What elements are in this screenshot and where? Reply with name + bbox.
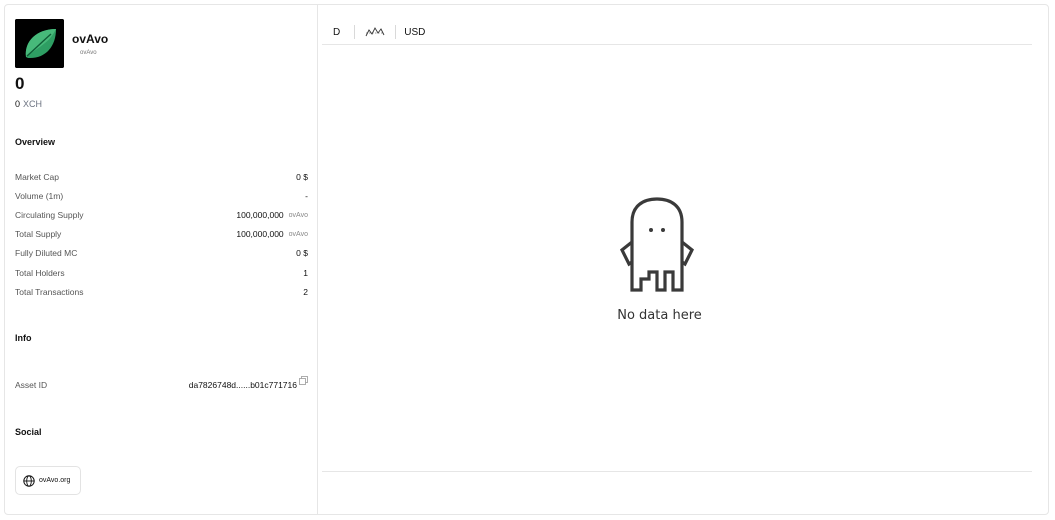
token-ticker: ovAvo bbox=[80, 50, 97, 56]
indicators-button[interactable] bbox=[355, 25, 395, 39]
stat-label: Fully Diluted MC bbox=[15, 248, 78, 258]
stat-row-total-holders: Total Holders 1 bbox=[15, 267, 308, 279]
asset-id-row: Asset ID da7826748d......b01c771716 bbox=[15, 375, 308, 391]
stat-unit: ovAvo bbox=[288, 230, 308, 238]
ghost-icon bbox=[612, 192, 702, 297]
leaf-icon bbox=[15, 19, 64, 68]
stat-row-market-cap: Market Cap 0 $ bbox=[15, 171, 308, 183]
asset-id-label: Asset ID bbox=[15, 380, 48, 390]
stat-label: Total Supply bbox=[15, 229, 62, 239]
indicators-icon bbox=[365, 27, 385, 37]
stat-value: 1 bbox=[303, 268, 308, 278]
asset-id-value-wrap: da7826748d......b01c771716 bbox=[188, 375, 308, 391]
token-name: ovAvo bbox=[72, 32, 109, 46]
stat-label: Circulating Supply bbox=[15, 210, 84, 220]
stat-value: 2 bbox=[303, 287, 308, 297]
globe-icon bbox=[23, 474, 35, 487]
stat-row-total-transactions: Total Transactions 2 bbox=[15, 286, 308, 298]
stat-value: 100,000,000 ovAvo bbox=[236, 229, 308, 239]
stat-value: 0 $ bbox=[296, 172, 308, 182]
token-logo bbox=[15, 19, 64, 68]
token-info-panel: ovAvo ovAvo 0 0 XCH Overview Market Cap 0… bbox=[5, 5, 318, 514]
token-price-xch: 0 XCH bbox=[15, 99, 42, 109]
website-label: ovAvo.org bbox=[39, 477, 71, 484]
price-xch-value: 0 bbox=[15, 99, 21, 109]
stat-value: 0 $ bbox=[296, 248, 308, 258]
info-title: Info bbox=[15, 333, 32, 343]
stat-row-total-supply: Total Supply 100,000,000 ovAvo bbox=[15, 228, 308, 240]
stat-row-circulating-supply: Circulating Supply 100,000,000 ovAvo bbox=[15, 209, 308, 221]
stat-row-volume: Volume (1m) - bbox=[15, 190, 308, 202]
currency-button[interactable]: USD bbox=[396, 25, 435, 39]
token-page: ovAvo ovAvo 0 0 XCH Overview Market Cap 0… bbox=[4, 4, 1049, 515]
interval-button[interactable]: D bbox=[322, 25, 354, 39]
stat-label: Total Transactions bbox=[15, 287, 84, 297]
stat-label: Total Holders bbox=[15, 268, 65, 278]
token-price-usd: 0 bbox=[15, 74, 25, 93]
stat-value: 100,000,000 ovAvo bbox=[236, 210, 308, 220]
stat-row-fully-diluted-mc: Fully Diluted MC 0 $ bbox=[15, 247, 308, 259]
chart-bottom-border bbox=[322, 471, 1032, 472]
stat-label: Volume (1m) bbox=[15, 191, 64, 201]
stat-value: - bbox=[305, 191, 308, 201]
copy-icon[interactable] bbox=[299, 375, 308, 387]
empty-state-message: No data here bbox=[617, 308, 702, 323]
price-xch-unit: XCH bbox=[23, 99, 43, 109]
stat-unit: ovAvo bbox=[288, 211, 308, 219]
overview-title: Overview bbox=[15, 137, 56, 147]
stat-label: Market Cap bbox=[15, 172, 59, 182]
website-link[interactable]: ovAvo.org bbox=[15, 466, 81, 495]
social-title: Social bbox=[15, 427, 42, 437]
chart-toolbar: D USD bbox=[322, 20, 1032, 45]
asset-id-value: da7826748d......b01c771716 bbox=[188, 380, 297, 390]
